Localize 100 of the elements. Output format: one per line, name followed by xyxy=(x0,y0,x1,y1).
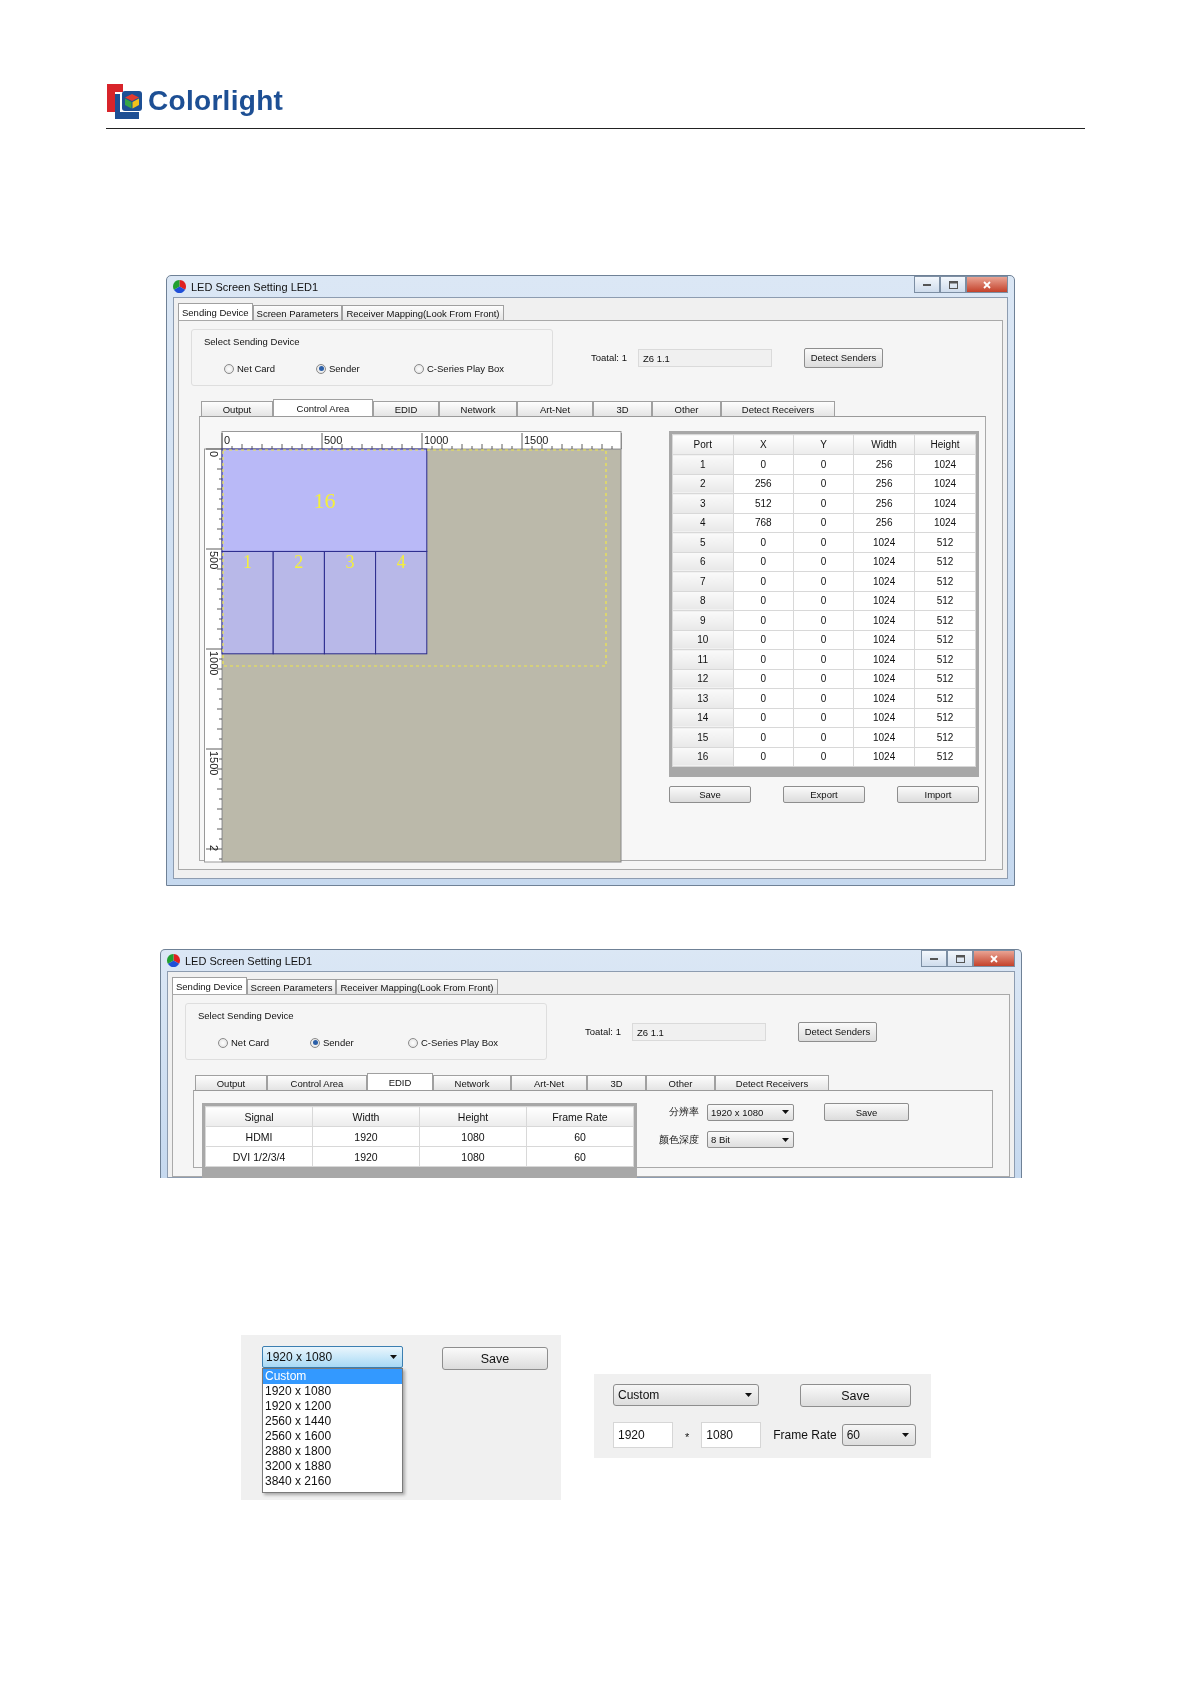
close-button[interactable] xyxy=(973,950,1015,967)
dropdown-option[interactable]: 2560 x 1600 xyxy=(263,1429,402,1444)
tab[interactable]: 3D xyxy=(587,1075,646,1090)
color-depth-label: 颜色深度 xyxy=(659,1132,699,1147)
table-cell: 1024 xyxy=(914,513,976,533)
port-area[interactable] xyxy=(272,550,325,655)
detect-senders-button[interactable]: Detect Senders xyxy=(803,347,883,368)
tab[interactable]: EDID xyxy=(367,1073,433,1090)
radio-label: Net Card xyxy=(231,1037,269,1048)
dropdown-option[interactable]: 1920 x 1080 xyxy=(263,1384,402,1399)
dropdown-option[interactable]: 2560 x 1440 xyxy=(263,1414,402,1429)
radio-button[interactable] xyxy=(218,1037,228,1048)
tab[interactable]: Network xyxy=(439,401,517,416)
ruler-label: 1000 xyxy=(208,651,220,676)
tab[interactable]: Detect Receivers xyxy=(715,1075,829,1090)
table-cell: 1024 xyxy=(914,493,976,513)
tab[interactable]: Other xyxy=(646,1075,715,1090)
height-field[interactable]: 1080 xyxy=(701,1422,762,1448)
table-cell: 0 xyxy=(733,532,794,552)
frame-rate-dropdown[interactable]: 60 xyxy=(841,1424,916,1446)
resolution-dropdown[interactable]: 1920 x 1080 xyxy=(707,1103,794,1121)
device-field[interactable]: Z6 1.1 xyxy=(637,348,772,367)
table-cell: 0 xyxy=(733,630,794,650)
device-field[interactable]: Z6 1.1 xyxy=(631,1022,766,1041)
tab[interactable]: Receiver Mapping(Look From Front) xyxy=(342,305,504,320)
tab[interactable]: Sending Device xyxy=(178,303,253,320)
tab[interactable]: Network xyxy=(433,1075,511,1090)
column-header: Width xyxy=(312,1106,420,1127)
table-cell: 0 xyxy=(733,591,794,611)
table-cell: 1024 xyxy=(853,649,915,669)
tab[interactable]: EDID xyxy=(373,401,439,416)
tab[interactable]: Control Area xyxy=(273,399,373,416)
table-cell: 256 xyxy=(853,493,915,513)
port-label: 4 xyxy=(396,552,406,573)
tab[interactable]: Output xyxy=(195,1075,267,1090)
radio-button[interactable] xyxy=(224,363,234,374)
table-button[interactable]: Import xyxy=(897,786,979,803)
table-cell: 0 xyxy=(733,747,794,767)
table-cell: 1024 xyxy=(914,454,976,474)
caret-icon xyxy=(390,1355,397,1359)
tab[interactable]: Detect Receivers xyxy=(721,401,835,416)
dropdown-option[interactable]: 2880 x 1800 xyxy=(263,1444,402,1459)
minimize-button[interactable] xyxy=(914,276,940,293)
tab[interactable]: Output xyxy=(201,401,273,416)
table-cell: 0 xyxy=(733,649,794,669)
group-title: Select Sending Device xyxy=(204,336,301,347)
save-button[interactable]: Save xyxy=(442,1347,548,1370)
radio-button[interactable] xyxy=(414,363,424,374)
column-header: X xyxy=(733,434,794,455)
dropdown-option[interactable]: 3200 x 1880 xyxy=(263,1459,402,1474)
tab[interactable]: Receiver Mapping(Look From Front) xyxy=(336,979,498,994)
radio-button[interactable] xyxy=(310,1037,320,1048)
maximize-button[interactable] xyxy=(940,276,966,293)
table-cell: 256 xyxy=(853,454,915,474)
save-button[interactable]: Save xyxy=(800,1384,911,1407)
mode-dropdown[interactable]: Custom xyxy=(613,1384,759,1406)
table-cell: 1024 xyxy=(853,688,915,708)
table-cell: 1024 xyxy=(853,571,915,591)
tab[interactable]: Control Area xyxy=(267,1075,367,1090)
dropdown-option[interactable]: 1920 x 1200 xyxy=(263,1399,402,1414)
table-cell: 256 xyxy=(733,474,794,494)
tab[interactable]: Art-Net xyxy=(517,401,593,416)
radio-button[interactable] xyxy=(408,1037,418,1048)
tab[interactable]: Sending Device xyxy=(172,977,247,994)
table-button[interactable]: Export xyxy=(783,786,865,803)
table-cell: 512 xyxy=(914,610,976,630)
table-cell: 0 xyxy=(793,591,854,611)
table-button[interactable]: Save xyxy=(669,786,751,803)
port-area[interactable] xyxy=(221,550,274,655)
minimize-button[interactable] xyxy=(921,950,947,967)
close-button[interactable] xyxy=(966,276,1008,293)
resolution-dropdown[interactable]: 1920 x 1080 xyxy=(262,1346,403,1368)
tab[interactable]: Screen Parameters xyxy=(252,305,343,320)
port-area[interactable] xyxy=(375,550,428,655)
total-label: Toatal: 1 xyxy=(585,1026,621,1037)
maximize-button[interactable] xyxy=(947,950,973,967)
port-area[interactable] xyxy=(323,550,377,655)
save-button[interactable]: Save xyxy=(824,1103,909,1121)
table-cell: 0 xyxy=(793,669,854,689)
tab[interactable]: 3D xyxy=(593,401,652,416)
total-label: Toatal: 1 xyxy=(591,352,627,363)
maximize-icon xyxy=(955,954,965,963)
table-cell: 0 xyxy=(733,669,794,689)
tab[interactable]: Art-Net xyxy=(511,1075,587,1090)
table-cell: 512 xyxy=(914,688,976,708)
dropdown-option[interactable]: 3840 x 2160 xyxy=(263,1474,402,1489)
radio-button[interactable] xyxy=(316,363,326,374)
table-cell: 0 xyxy=(733,571,794,591)
table-cell: HDMI xyxy=(205,1126,313,1147)
width-field[interactable]: 1920 xyxy=(613,1422,673,1448)
color-depth-dropdown[interactable]: 8 Bit xyxy=(707,1131,794,1148)
close-icon xyxy=(983,280,991,289)
caret-icon xyxy=(782,1137,789,1142)
caret-icon xyxy=(745,1393,752,1397)
ruler-label: 1500 xyxy=(208,751,220,776)
tab[interactable]: Screen Parameters xyxy=(246,979,337,994)
table-cell: 1024 xyxy=(853,591,915,611)
tab[interactable]: Other xyxy=(652,401,721,416)
detect-senders-button[interactable]: Detect Senders xyxy=(797,1021,877,1042)
column-header: Signal xyxy=(205,1106,313,1127)
